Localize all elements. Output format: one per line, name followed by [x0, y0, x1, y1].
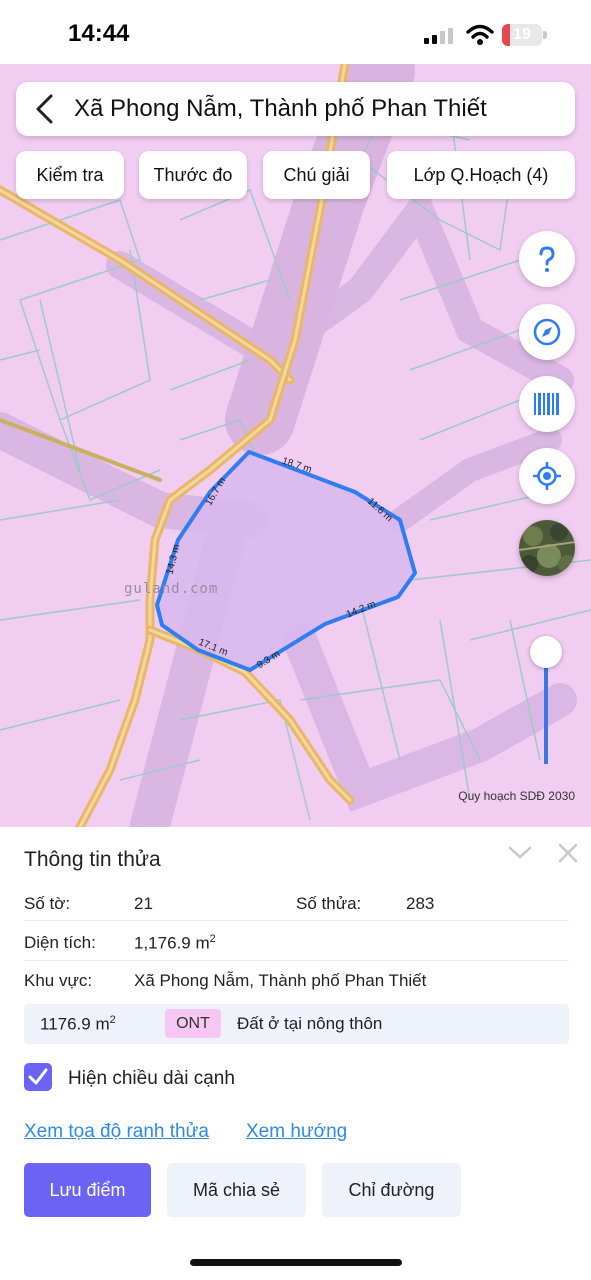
- parcel-number-label: Số thửa:: [296, 894, 362, 913]
- question-icon: [539, 246, 555, 272]
- checkmark-icon: [28, 1068, 48, 1085]
- status-time: 14:44: [68, 20, 130, 47]
- home-indicator: [190, 1259, 402, 1266]
- legend-button[interactable]: Chú giải: [263, 151, 370, 199]
- area-value: 1,176.9 m2: [134, 933, 216, 953]
- region-label: Khu vực:: [24, 971, 93, 990]
- area-label: Diện tích:: [24, 933, 96, 952]
- compass-button[interactable]: [519, 304, 575, 360]
- check-button[interactable]: Kiểm tra: [16, 151, 124, 199]
- divider: [24, 960, 569, 961]
- close-icon[interactable]: [558, 843, 578, 863]
- sheet-value: 21: [134, 894, 153, 913]
- sheet-label: Số tờ:: [24, 894, 71, 913]
- location-header: Xã Phong Nẫm, Thành phố Phan Thiết: [16, 82, 575, 136]
- parcel-info-panel: Thông tin thửa Số tờ: 21 Số thửa: 283 Di…: [0, 827, 591, 1280]
- divider: [24, 920, 569, 921]
- status-bar: 14:44 19: [0, 0, 591, 64]
- wifi-icon: [466, 24, 494, 45]
- cellular-signal-icon: [424, 28, 453, 44]
- battery-level: 19: [513, 26, 531, 43]
- show-edge-length-label[interactable]: Hiện chiều dài cạnh: [68, 1068, 235, 1090]
- land-use-code-badge: ONT: [165, 1009, 221, 1038]
- panel-title: Thông tin thửa: [24, 848, 161, 871]
- barcode-icon: [534, 393, 559, 415]
- land-use-description: Đất ở tại nông thôn: [237, 1014, 383, 1033]
- satellite-layer-button[interactable]: [519, 520, 575, 576]
- directions-button[interactable]: Chỉ đường: [322, 1163, 461, 1217]
- parcel-number-value: 283: [406, 894, 435, 913]
- help-button[interactable]: [519, 231, 575, 287]
- region-value: Xã Phong Nẫm, Thành phố Phan Thiết: [134, 971, 427, 990]
- locate-icon: [533, 462, 561, 490]
- view-boundary-coordinates-link[interactable]: Xem tọa độ ranh thửa: [24, 1121, 209, 1143]
- measure-button[interactable]: Thước đo: [139, 151, 247, 199]
- zoom-slider-handle[interactable]: [530, 636, 562, 668]
- share-code-button[interactable]: Mã chia sẻ: [167, 1163, 306, 1217]
- view-direction-link[interactable]: Xem hướng: [246, 1121, 347, 1143]
- battery-icon: 19: [502, 24, 548, 46]
- chevron-left-icon[interactable]: [34, 94, 56, 124]
- land-use-area: 1176.9 m2: [40, 1014, 116, 1034]
- map-watermark: guland.com: [124, 581, 219, 597]
- barcode-button[interactable]: [519, 376, 575, 432]
- planning-layers-button[interactable]: Lớp Q.Hoạch (4): [387, 151, 575, 199]
- show-edge-length-checkbox[interactable]: [24, 1063, 52, 1091]
- locate-button[interactable]: [519, 448, 575, 504]
- save-point-button[interactable]: Lưu điểm: [24, 1163, 151, 1217]
- location-title: Xã Phong Nẫm, Thành phố Phan Thiết: [74, 95, 487, 122]
- chevron-down-icon[interactable]: [508, 845, 532, 861]
- land-use-row: 1176.9 m2 ONT Đất ở tại nông thôn: [24, 1004, 569, 1044]
- satellite-thumbnail-icon: [519, 520, 575, 576]
- map-source-label: Quy hoạch SDĐ 2030: [458, 789, 575, 803]
- compass-icon: [533, 318, 561, 346]
